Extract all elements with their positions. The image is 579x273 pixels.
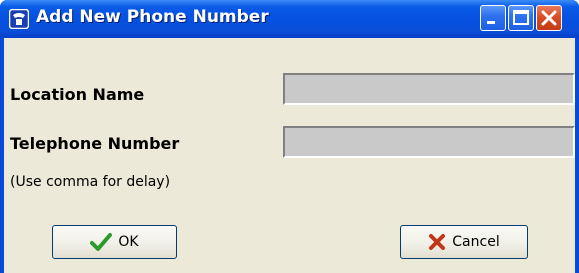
add-phone-number-dialog: Add New Phone Number Location Name Telep… (0, 0, 579, 273)
ok-label: OK (118, 234, 139, 250)
checkmark-icon (90, 233, 113, 251)
location-name-input[interactable] (283, 73, 575, 105)
maximize-button[interactable] (508, 5, 534, 31)
title-bar[interactable]: Add New Phone Number (0, 0, 579, 38)
phone-app-icon (9, 9, 29, 29)
delay-hint: (Use comma for delay) (10, 174, 171, 190)
telephone-number-input[interactable] (283, 126, 575, 158)
x-cross-icon (429, 234, 446, 250)
location-name-label: Location Name (10, 85, 145, 104)
cancel-button[interactable]: Cancel (400, 225, 528, 259)
minimize-icon (487, 21, 495, 24)
minimize-button[interactable] (480, 5, 506, 31)
cancel-label: Cancel (452, 234, 500, 250)
telephone-number-label: Telephone Number (10, 134, 180, 153)
close-icon (541, 10, 557, 26)
window-title: Add New Phone Number (36, 7, 269, 27)
dialog-body: Location Name Telephone Number (Use comm… (4, 38, 575, 273)
ok-button[interactable]: OK (52, 225, 177, 259)
maximize-icon (513, 10, 529, 25)
close-button[interactable] (536, 5, 562, 31)
